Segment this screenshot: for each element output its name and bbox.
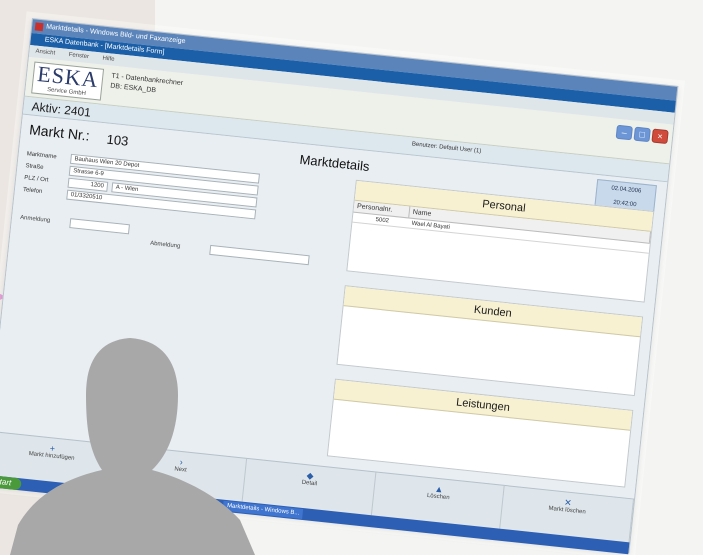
strasse-label: Straße xyxy=(25,163,44,171)
user-label: Benutzer: Default User (1) xyxy=(411,141,482,155)
anmeldung-label: Anmeldung xyxy=(19,214,51,225)
menu-item-hilfe[interactable]: Hilfe xyxy=(102,56,115,63)
page-title: Marktdetails xyxy=(298,151,371,175)
telefon-label: Telefon xyxy=(22,187,43,196)
marktname-label: Marktname xyxy=(26,151,57,161)
minimize-button[interactable]: – xyxy=(615,124,633,141)
db-info: T1 - Datenbankrechner DB: ESKA_DB xyxy=(110,72,184,99)
maximize-button[interactable]: □ xyxy=(633,126,651,143)
plz-label: PLZ / Ort xyxy=(23,175,49,184)
market-number-value: 103 xyxy=(105,131,130,149)
anmeldung-field[interactable] xyxy=(69,218,130,235)
market-number-label: Markt Nr.: xyxy=(28,121,91,144)
menu-item-ansicht[interactable]: Ansicht xyxy=(35,49,55,57)
close-button[interactable]: × xyxy=(651,128,669,145)
monitor-photo: Marktdetails - Windows Bild- und Faxanze… xyxy=(0,6,703,555)
next-label: Next xyxy=(174,466,187,474)
delete-market-label: Markt löschen xyxy=(548,505,586,516)
eska-logo: ESKA Service GmbH xyxy=(31,61,105,101)
window-icon xyxy=(34,22,44,32)
kunden-section: Kunden xyxy=(336,285,644,397)
detail-label: Detail xyxy=(301,479,318,488)
abmeldung-field[interactable] xyxy=(209,244,310,266)
market-details-form: Markt Nr.: 103 Marktdetails 02.04.2006 2… xyxy=(0,114,668,499)
abmeldung-label: Abmeldung xyxy=(149,240,181,250)
app-window: Marktdetails - Windows Bild- und Faxanze… xyxy=(0,18,679,555)
delete-label: Löschen xyxy=(426,492,450,502)
menu-item-fenster[interactable]: Fenster xyxy=(68,52,89,60)
window-controls: – □ × xyxy=(615,124,669,145)
